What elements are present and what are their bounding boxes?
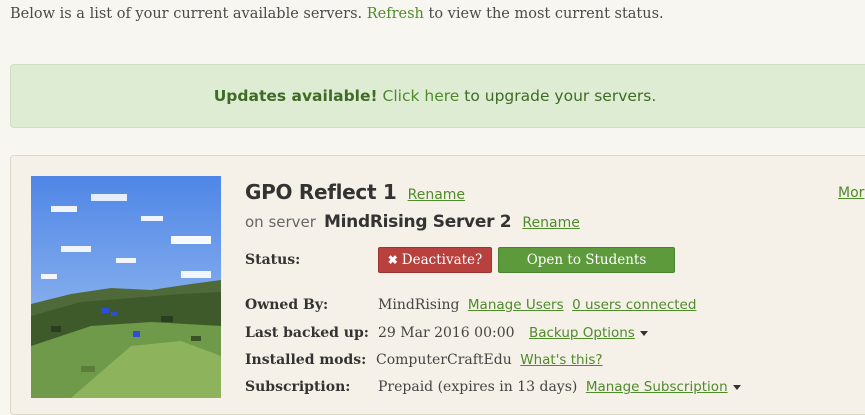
rename-world-link[interactable]: Rename [408,187,465,203]
alert-bold: Updates available! [213,87,378,105]
owner-name: MindRising [378,297,460,313]
backup-row: 29 Mar 2016 00:00 Backup Options [378,325,648,341]
server-name: MindRising Server 2 [324,212,512,232]
manage-subscription-link[interactable]: Manage Subscription [586,379,728,395]
subscription-value: Prepaid (expires in 13 days) [378,379,578,395]
backup-date: 29 Mar 2016 00:00 [378,325,515,341]
mods-row: ComputerCraftEdu What's this? [376,352,603,368]
mods-value: ComputerCraftEdu [376,352,512,368]
manage-users-link[interactable]: Manage Users [468,297,564,313]
deactivate-button[interactable]: ✖ Deactivate? [378,247,492,273]
world-title: GPO Reflect 1 [245,180,397,204]
world-title-row: GPO Reflect 1 Rename [245,180,465,204]
subscription-label: Subscription: [245,379,351,395]
intro-before: Below is a list of your current availabl… [10,6,363,22]
whats-this-link[interactable]: What's this? [520,352,602,368]
rename-server-link[interactable]: Rename [522,215,579,231]
upgrade-link[interactable]: Click here [383,87,460,105]
mods-label: Installed mods: [245,352,367,368]
owned-label: Owned By: [245,297,329,313]
status-label: Status: [245,252,301,268]
world-thumbnail [31,176,221,398]
server-prefix: on server [245,213,316,231]
users-connected-link[interactable]: 0 users connected [572,297,696,313]
open-to-students-button[interactable]: Open to Students [498,247,675,273]
backup-label: Last backed up: [245,325,369,341]
chevron-down-icon[interactable] [732,384,741,390]
owned-row: MindRising Manage Users 0 users connecte… [378,297,696,313]
alert-rest: to upgrade your servers. [464,87,657,105]
more-link[interactable]: Mor [838,185,864,201]
refresh-link[interactable]: Refresh [367,6,424,22]
minecraft-world-thumbnail-icon [31,176,221,398]
server-row: on server MindRising Server 2 Rename [245,212,580,232]
chevron-down-icon[interactable] [639,330,648,336]
intro-after: to view the most current status. [428,6,664,22]
updates-alert: Updates available! Click here to upgrade… [10,64,865,128]
subscription-row: Prepaid (expires in 13 days) Manage Subs… [378,379,741,395]
backup-options-link[interactable]: Backup Options [529,325,635,341]
deactivate-label: Deactivate? [401,252,483,268]
close-icon: ✖ [387,253,398,267]
intro-text: Below is a list of your current availabl… [10,6,664,22]
